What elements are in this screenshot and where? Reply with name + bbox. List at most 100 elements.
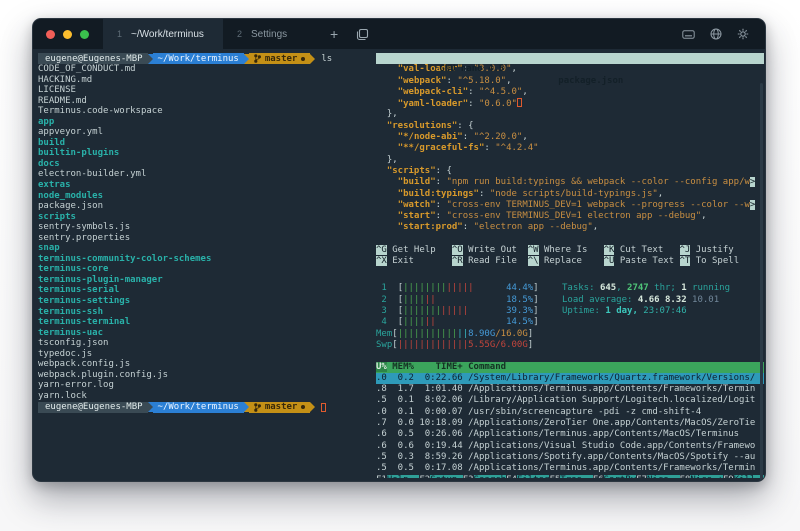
text-segment	[376, 177, 398, 187]
text-segment: 3	[376, 305, 398, 316]
fkey-nice-[interactable]: F8Nice +	[680, 475, 723, 478]
file-entry: webpack.plugin.config.js	[38, 369, 169, 380]
fkey-tree[interactable]: F5Tree	[549, 475, 593, 478]
text-segment: 10.01	[692, 294, 720, 305]
terminal-pane-shell[interactable]: eugene@Eugenes-MBP ~/Work/terminus master l…	[38, 53, 370, 413]
text-segment: "node scripts/build-typings.js"	[489, 188, 658, 199]
new-tab-button[interactable]: +	[318, 19, 350, 49]
text-segment: ,	[592, 222, 599, 233]
file-entry: yarn.lock	[38, 390, 87, 401]
terminal-pane-nano-htop[interactable]: GNU nano 4.5 package.json "val-loader": …	[376, 53, 764, 478]
directory-entry: scripts	[38, 211, 76, 222]
shortcut-key: ^J	[679, 244, 691, 255]
shortcut-label: Replace	[538, 256, 604, 267]
text-segment: "**/graceful-fs"	[397, 143, 485, 154]
shortcut-key: ^U	[603, 256, 615, 267]
nano-line: "scripts": {	[376, 166, 764, 177]
table-header-cells: MEM% TIME+ Command	[386, 362, 507, 373]
text-segment: Tasks:	[562, 283, 600, 294]
process-row[interactable]: .8 1.7 1:01.40 /Applications/Terminus.ap…	[376, 384, 764, 395]
process-table-header-row[interactable]: U% MEM% TIME+ Command	[376, 362, 764, 373]
nano-shortcut-justify[interactable]: ^J Justify	[679, 244, 756, 255]
fkey-nice-[interactable]: F7Nice -	[636, 475, 680, 478]
window-content: eugene@Eugenes-MBP ~/Work/terminus master l…	[33, 49, 765, 481]
text-segment: 4.66	[637, 294, 665, 305]
fkey-filter[interactable]: F4Filter	[506, 475, 550, 478]
process-row[interactable]: .5 0.5 0:17.08 /Applications/Terminus.ap…	[376, 463, 764, 474]
text-segment: running	[686, 283, 731, 294]
maximize-button[interactable]	[80, 29, 89, 39]
nano-filename: package.json	[558, 75, 624, 86]
tab-work-terminus[interactable]: 1 ~/Work/terminus	[103, 19, 223, 49]
text-segment: thr;	[648, 283, 682, 294]
tab-settings[interactable]: 2 Settings	[223, 19, 318, 49]
fkey-kill[interactable]: F9Kill	[723, 475, 764, 478]
process-row[interactable]: .7 0.0 10:18.09 /Applications/ZeroTier O…	[376, 418, 764, 429]
text-segment: "build"	[397, 177, 436, 188]
nano-shortcut-row: ^G Get Help ^O Write Out ^W Where Is ^K …	[376, 244, 764, 256]
shortcut-label: Where Is	[538, 244, 604, 255]
process-row[interactable]: .6 0.5 0:26.06 /Applications/Terminus.ap…	[376, 429, 764, 440]
minimize-button[interactable]	[63, 29, 72, 39]
nano-shortcut-paste-text[interactable]: ^U Paste Text	[603, 256, 680, 267]
text-segment: "0.6.0"	[478, 99, 517, 110]
file-entry: README.md	[38, 95, 87, 106]
fkey-setup[interactable]: F2Setup	[419, 475, 463, 478]
nano-shortcut-cut-text[interactable]: ^K Cut Text	[603, 244, 680, 255]
nano-shortcut-exit[interactable]: ^X Exit	[376, 256, 452, 267]
shortcut-key: ^X	[376, 256, 387, 267]
nano-shortcut-where-is[interactable]: ^W Where Is	[527, 244, 604, 255]
scrollbar[interactable]	[760, 83, 763, 481]
keyboard-icon[interactable]	[682, 29, 695, 39]
process-row[interactable]: .0 0.1 0:00.07 /usr/sbin/screencapture -…	[376, 407, 764, 418]
fkey-number: F4	[506, 475, 517, 478]
globe-icon[interactable]	[710, 28, 722, 40]
text-segment: :	[435, 177, 447, 188]
fkey-search[interactable]: F3Search	[463, 475, 507, 478]
file-entry: yarn-error.log	[38, 380, 114, 391]
file-entry: appveyor.yml	[38, 127, 104, 138]
process-row[interactable]: .5 0.1 8:02.06 /Library/Application Supp…	[376, 395, 764, 406]
window-titlebar[interactable]: 1 ~/Work/terminus 2 Settings +	[33, 19, 765, 49]
text-segment: :	[462, 132, 474, 143]
directory-entry: terminus-terminal	[38, 317, 131, 328]
swap-used: 5.55G	[468, 339, 496, 350]
prompt-user-segment: eugene@Eugenes-MBP	[38, 53, 148, 64]
prompt-git-segment: master	[248, 401, 311, 413]
nano-shortcut-replace[interactable]: ^\ Replace	[527, 256, 604, 267]
text-segment: 2747	[627, 283, 649, 294]
text-segment: "cross-env TERMINUS_DEV=1 electron app -…	[446, 211, 702, 222]
file-entry: Terminus.code-workspace	[38, 106, 163, 117]
process-row[interactable]: .5 0.3 8:59.26 /Applications/Spotify.app…	[376, 452, 764, 463]
text-segment: ,	[511, 64, 517, 75]
shortcut-label: Cut Text	[614, 244, 680, 255]
text-segment: :	[435, 199, 447, 210]
htop-table-header[interactable]: U% MEM% TIME+ Command	[376, 362, 764, 373]
nano-shortcut-get-help[interactable]: ^G Get Help	[376, 244, 452, 255]
cpu-percentage: 44.4%	[506, 283, 534, 294]
htop-stat-line: Uptime: 1 day, 23:07:46	[562, 306, 730, 317]
fkey-help[interactable]: F1Help	[376, 475, 420, 478]
text-segment: },	[376, 109, 398, 120]
cpu-percentage: 18.5%	[506, 294, 534, 305]
text-segment: :	[446, 75, 458, 86]
profiles-icon[interactable]	[350, 19, 375, 49]
process-row[interactable]: .6 0.6 0:19.44 /Applications/Visual Stud…	[376, 441, 764, 452]
settings-gear-icon[interactable]	[737, 28, 749, 40]
nano-shortcut-to-spell[interactable]: ^T To Spell	[679, 256, 756, 267]
nano-line: "build": "npm run build:typings && webpa…	[376, 177, 764, 188]
close-button[interactable]	[46, 29, 55, 39]
nano-shortcut-read-file[interactable]: ^R Read File	[451, 256, 528, 267]
shortcut-label: To Spell	[690, 256, 756, 267]
nano-editor-content: "val-loader": "3.0.0", "webpack": "^5.18…	[376, 64, 764, 233]
text-segment	[376, 200, 398, 210]
fkey-sortby[interactable]: F6SortBy	[593, 475, 637, 478]
nano-shortcut-write-out[interactable]: ^O Write Out	[451, 244, 528, 255]
sort-column-cpu: U%	[376, 362, 387, 373]
process-row-selected[interactable]: .0 0.2 0:22.66 /System/Library/Framework…	[376, 372, 764, 385]
text-segment: 2	[376, 294, 398, 305]
htop-stats-column: Tasks: 645, 2747 thr; 1 running Load aver…	[562, 283, 730, 317]
fkey-number: F3	[463, 475, 474, 478]
fkey-label: Filter	[516, 475, 550, 478]
meter-bar-green: ||||	[403, 294, 425, 305]
